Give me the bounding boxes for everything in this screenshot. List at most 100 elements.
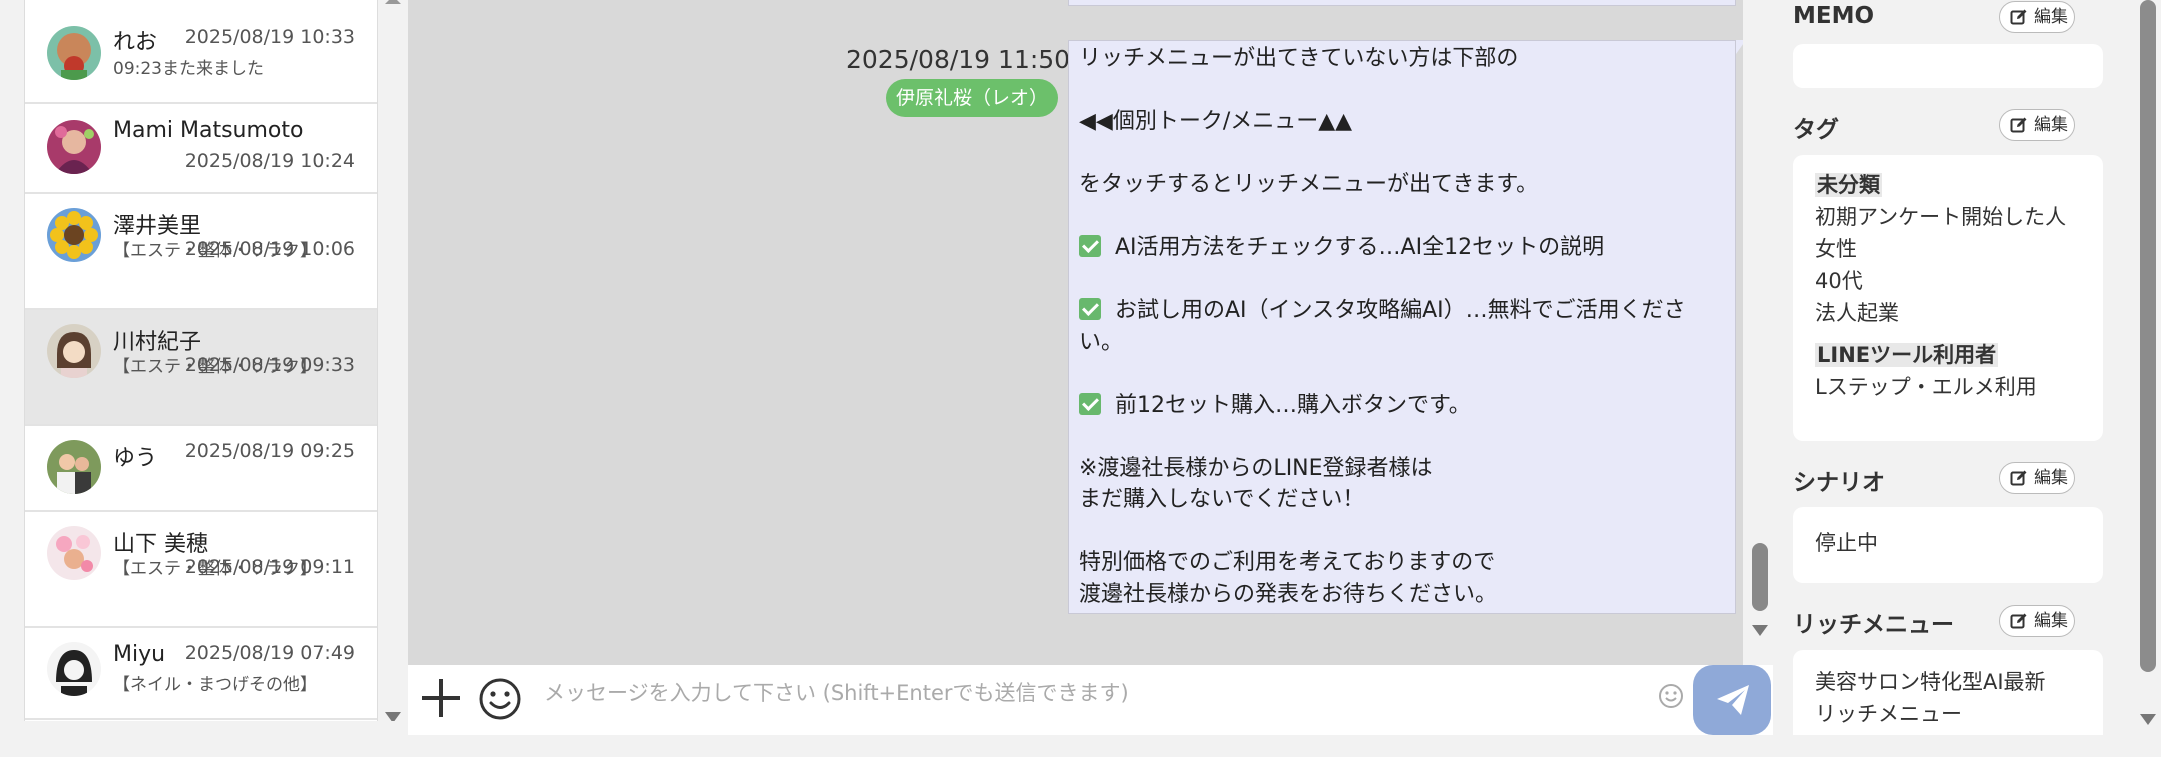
contact-item[interactable]: 山下 美穂 2025/08/19 09:11 【エステ・整体・リラク】: [25, 512, 377, 628]
tag-item[interactable]: 法人起業: [1815, 301, 1899, 325]
message-line: [1079, 421, 1725, 453]
message-line: 渡邊社長様からの発表をお待ちください。: [1079, 581, 1498, 607]
scroll-up-icon[interactable]: [385, 0, 401, 4]
message-line: [1079, 75, 1725, 107]
tag-item[interactable]: 女性: [1815, 237, 1857, 261]
edit-label: 編集: [2034, 468, 2068, 488]
contact-time: 2025/08/19 09:25: [184, 440, 355, 462]
paper-plane-icon: [1717, 685, 1749, 715]
message-line: 前12セット購入…購入ボタンです。: [1079, 390, 1725, 422]
tags-edit-button[interactable]: 編集: [1999, 109, 2075, 141]
rich-menu-line: リッチメニュー: [1815, 702, 1962, 726]
message-line: リッチメニューが出てきていない方は下部の: [1079, 46, 1519, 71]
contact-list-scrollbar[interactable]: [380, 0, 406, 723]
message-line: [1079, 516, 1725, 548]
avatar: [47, 208, 101, 262]
rich-menu-card: 美容サロン特化型AI最新 リッチメニュー: [1793, 650, 2103, 735]
message-timestamp: 2025/08/19 11:50: [846, 45, 1071, 74]
message-line: ◀◀個別トーク/メニュー▲▲: [1079, 109, 1353, 134]
contact-item[interactable]: 澤井美里 2025/08/19 10:06 【エステ・整体・リラク】: [25, 194, 377, 310]
contact-name: ゆう: [113, 446, 158, 471]
message-line: [1079, 358, 1725, 390]
check-icon: [1079, 298, 1101, 320]
avatar: [47, 120, 101, 174]
contact-name: Mami Matsumoto: [113, 118, 304, 143]
rich-menu-edit-button[interactable]: 編集: [1999, 605, 2075, 637]
rich-menu-title: リッチメニュー: [1793, 612, 1954, 638]
emoji-button[interactable]: [478, 677, 522, 721]
contact-name: 山下 美穂: [113, 532, 208, 557]
edit-icon: [2010, 9, 2027, 25]
scenario-status: 停止中: [1815, 531, 1878, 555]
scenario-edit-button[interactable]: 編集: [1999, 462, 2075, 494]
tag-item[interactable]: 初期アンケート開始した人: [1815, 205, 2066, 229]
message-line: ※渡邊社長様からのLINE登録者様は: [1079, 455, 1433, 481]
message-line: お試し用のAI（インスタ攻略編AI）…無料でご活用ください。: [1079, 295, 1725, 358]
avatar: [47, 526, 101, 580]
contact-detail-panel: MEMO 編集 タグ 編集 未分類 初期アンケート開始した人 女性 40代 法人…: [1773, 0, 2133, 735]
message-input[interactable]: [544, 673, 1650, 713]
contact-name: 川村紀子: [113, 330, 202, 355]
message-line: 特別価格でのご利用を考えておりますので: [1079, 550, 1496, 575]
avatar: [47, 642, 101, 696]
edit-label: 編集: [2034, 611, 2068, 631]
edit-icon: [2010, 117, 2027, 133]
previous-message-bubble: [1068, 0, 1736, 6]
check-icon: [1079, 392, 1101, 415]
edit-label: 編集: [2034, 115, 2068, 135]
contact-name: れお: [113, 30, 158, 55]
contact-item[interactable]: Miyu 2025/08/19 07:49 【ネイル・まつげその他】: [25, 628, 377, 720]
contact-preview: 【ネイル・まつげその他】: [113, 675, 317, 695]
avatar: [47, 440, 101, 494]
message-line-text: お試し用のAI（インスタ攻略編AI）…無料でご活用ください。: [1079, 298, 1686, 355]
avatar: [47, 26, 101, 80]
panel-scroll-thumb[interactable]: [2140, 0, 2156, 672]
sender-tag[interactable]: 伊原礼桜（レオ）: [886, 79, 1059, 117]
message-line: まだ購入しないでください！: [1079, 487, 1365, 512]
scenario-title: シナリオ: [1793, 470, 1885, 496]
message-line: [1079, 138, 1725, 170]
memo-card[interactable]: [1793, 44, 2103, 88]
memo-title: MEMO: [1793, 3, 1875, 29]
bottom-fill: [0, 735, 2161, 757]
message-line-text: AI活用方法をチェックする…AI全12セットの説明: [1115, 235, 1605, 260]
line-chat-app: れお 2025/08/19 10:33 09:23また来ました Mami Mat…: [0, 0, 2161, 757]
contact-item-selected[interactable]: 川村紀子 2025/08/19 09:33 【エステ・整体・リラク】: [25, 310, 377, 426]
rich-menu-line: 美容サロン特化型AI最新: [1815, 670, 2046, 694]
edit-icon: [2010, 613, 2027, 629]
contact-item[interactable]: Mami Matsumoto 2025/08/19 10:24: [25, 104, 377, 194]
scroll-down-icon[interactable]: [2140, 714, 2156, 725]
contact-preview: 【エステ・整体・リラク】: [113, 357, 317, 377]
contact-item[interactable]: れお 2025/08/19 10:33 09:23また来ました: [25, 0, 377, 104]
edit-label: 編集: [2034, 7, 2068, 27]
edit-icon: [2010, 470, 2027, 486]
contact-name: 澤井美里: [113, 214, 202, 239]
message-line: [1079, 201, 1725, 233]
send-button[interactable]: [1693, 665, 1771, 735]
contact-preview: 09:23また来ました: [113, 59, 264, 79]
tag-item[interactable]: Lステップ・エルメ利用: [1815, 375, 2037, 399]
tag-group-header: LINEツール利用者: [1815, 343, 1999, 367]
avatar: [47, 324, 101, 378]
contact-name: Miyu: [113, 642, 166, 667]
memo-edit-button[interactable]: 編集: [1999, 1, 2075, 33]
emoji-picker-icon[interactable]: [1658, 683, 1684, 709]
contact-preview: 【エステ・整体・リラク】: [113, 241, 317, 261]
contact-preview: 【エステ・整体・リラク】: [113, 559, 317, 579]
message-line: AI活用方法をチェックする…AI全12セットの説明: [1079, 232, 1725, 264]
contact-time: 2025/08/19 10:24: [184, 150, 355, 172]
contact-list: れお 2025/08/19 10:33 09:23また来ました Mami Mat…: [24, 0, 378, 721]
chat-area: 2025/08/19 11:50 伊原礼桜（レオ） リッチメニューが出てきていな…: [408, 0, 1777, 665]
contact-time: 2025/08/19 07:49: [184, 642, 355, 664]
tags-card: 未分類 初期アンケート開始した人 女性 40代 法人起業 LINEツール利用者 …: [1793, 155, 2103, 441]
smiley-icon: [479, 678, 521, 720]
chat-scroll-thumb[interactable]: [1752, 543, 1768, 611]
message-line: [1079, 264, 1725, 296]
contact-time: 2025/08/19 10:33: [184, 26, 355, 48]
plus-button[interactable]: [418, 675, 464, 721]
message-input-bar: [408, 665, 1773, 735]
scroll-down-icon[interactable]: [1752, 625, 1768, 636]
contact-item[interactable]: ゆう 2025/08/19 09:25: [25, 426, 377, 512]
message-line-text: 前12セット購入…購入ボタンです。: [1115, 392, 1471, 418]
tag-item[interactable]: 40代: [1815, 269, 1863, 293]
